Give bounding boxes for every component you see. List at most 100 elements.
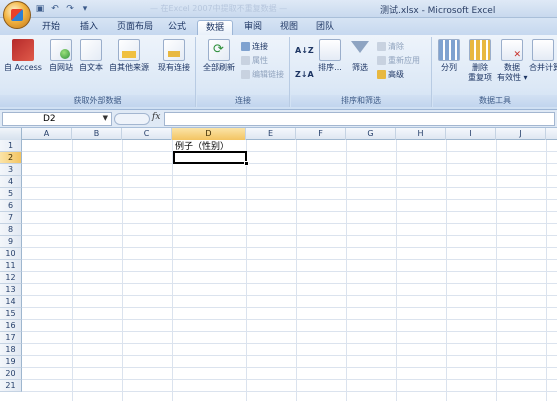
row-header[interactable]: 18 bbox=[0, 344, 22, 356]
tab-review[interactable]: 审阅 bbox=[238, 20, 268, 35]
save-icon[interactable]: ▣ bbox=[34, 3, 46, 15]
gridline bbox=[72, 140, 73, 401]
tab-insert[interactable]: 插入 bbox=[74, 20, 104, 35]
column-header-b[interactable]: B bbox=[72, 128, 122, 140]
gridline bbox=[246, 140, 247, 401]
column-header-j[interactable]: J bbox=[496, 128, 546, 140]
redo-icon[interactable]: ↷ bbox=[64, 3, 76, 15]
row-header[interactable]: 17 bbox=[0, 332, 22, 344]
row-header[interactable]: 12 bbox=[0, 272, 22, 284]
formula-expand-handle[interactable] bbox=[114, 113, 150, 125]
row-header[interactable]: 3 bbox=[0, 164, 22, 176]
gridline bbox=[172, 140, 173, 401]
connections-button[interactable]: 连接 bbox=[241, 41, 268, 52]
ribbon-tabs: 开始 插入 页面布局 公式 数据 审阅 视图 团队 bbox=[0, 18, 557, 35]
remove-duplicates-button[interactable]: 删除 重复项 bbox=[465, 39, 495, 83]
tab-home[interactable]: 开始 bbox=[36, 20, 66, 35]
row-header[interactable]: 14 bbox=[0, 296, 22, 308]
gridline bbox=[346, 140, 347, 401]
chevron-down-icon[interactable]: ▼ bbox=[103, 114, 108, 122]
active-cell-d2[interactable] bbox=[173, 151, 247, 164]
fill-handle[interactable] bbox=[244, 161, 249, 166]
connections-label: 连接 bbox=[252, 42, 268, 51]
filter-button[interactable]: 筛选 bbox=[347, 39, 373, 73]
tab-data[interactable]: 数据 bbox=[197, 20, 233, 35]
sort-button[interactable]: 排序... bbox=[315, 39, 345, 73]
window-title: 测试.xlsx - Microsoft Excel bbox=[380, 6, 496, 16]
tab-view[interactable]: 视图 bbox=[274, 20, 304, 35]
customize-icon[interactable]: ▾ bbox=[79, 3, 91, 15]
column-header-a[interactable]: A bbox=[22, 128, 72, 140]
data-validation-button[interactable]: 数据 有效性 ▾ bbox=[497, 39, 528, 83]
row-header[interactable]: 16 bbox=[0, 320, 22, 332]
column-header-g[interactable]: G bbox=[346, 128, 396, 140]
reapply-button[interactable]: 重新应用 bbox=[377, 55, 420, 66]
column-header-e[interactable]: E bbox=[246, 128, 296, 140]
undo-icon[interactable]: ↶ bbox=[49, 3, 61, 15]
from-text-button[interactable]: 自文本 bbox=[77, 39, 105, 73]
group-get-external-data: 自 Access 自网站 自文本 自其他来源 现有连接 获取外部数据 bbox=[0, 37, 196, 107]
gridline bbox=[22, 283, 557, 284]
tab-team[interactable]: 团队 bbox=[310, 20, 340, 35]
row-header[interactable]: 6 bbox=[0, 200, 22, 212]
gridline bbox=[22, 235, 557, 236]
row-header[interactable]: 7 bbox=[0, 212, 22, 224]
remove-duplicates-label-2: 重复项 bbox=[468, 73, 492, 82]
worksheet-grid[interactable]: A B C D E F G H I J 1 2 3 4 5 6 7 8 9 10… bbox=[0, 128, 557, 401]
tab-formulas[interactable]: 公式 bbox=[162, 20, 192, 35]
column-header-c[interactable]: C bbox=[122, 128, 172, 140]
row-header[interactable]: 20 bbox=[0, 368, 22, 380]
office-button[interactable] bbox=[3, 1, 31, 29]
gridline bbox=[22, 211, 557, 212]
title-ghost-text: — 在Excel 2007中提取不重复数据 — bbox=[150, 4, 288, 13]
from-web-button[interactable]: 自网站 bbox=[46, 39, 76, 73]
row-header[interactable]: 9 bbox=[0, 236, 22, 248]
advanced-filter-button[interactable]: 高级 bbox=[377, 69, 404, 80]
refresh-all-button[interactable]: 全部刷新 bbox=[199, 39, 239, 73]
existing-connections-button[interactable]: 现有连接 bbox=[154, 39, 194, 73]
from-access-button[interactable]: 自 Access bbox=[2, 39, 44, 73]
properties-label: 属性 bbox=[252, 56, 268, 65]
row-header[interactable]: 5 bbox=[0, 188, 22, 200]
row-header[interactable]: 11 bbox=[0, 260, 22, 272]
column-header-h[interactable]: H bbox=[396, 128, 446, 140]
formula-bar: D2 ▼ fx bbox=[0, 110, 557, 128]
gridline bbox=[22, 319, 557, 320]
gridline bbox=[22, 307, 557, 308]
text-to-columns-button[interactable]: 分列 bbox=[435, 39, 463, 73]
edit-links-button[interactable]: 编辑链接 bbox=[241, 69, 284, 80]
edit-links-icon bbox=[241, 70, 250, 79]
fx-area: fx bbox=[114, 112, 164, 126]
from-access-label: 自 Access bbox=[4, 63, 42, 72]
clear-icon bbox=[377, 42, 386, 51]
filter-funnel-icon bbox=[349, 39, 371, 61]
from-other-sources-button[interactable]: 自其他来源 bbox=[106, 39, 152, 73]
name-box[interactable]: D2 ▼ bbox=[2, 112, 112, 126]
tab-page-layout[interactable]: 页面布局 bbox=[110, 20, 160, 35]
properties-icon bbox=[241, 56, 250, 65]
sort-descending-button[interactable]: Z↓A bbox=[295, 69, 314, 80]
column-header-f[interactable]: F bbox=[296, 128, 346, 140]
properties-button[interactable]: 属性 bbox=[241, 55, 268, 66]
gridline bbox=[22, 391, 557, 392]
formula-input[interactable] bbox=[164, 112, 555, 126]
row-header[interactable]: 10 bbox=[0, 248, 22, 260]
reapply-icon bbox=[377, 56, 386, 65]
clear-filter-button[interactable]: 清除 bbox=[377, 41, 404, 52]
row-header[interactable]: 4 bbox=[0, 176, 22, 188]
sort-ascending-button[interactable]: A↓Z bbox=[295, 45, 314, 56]
group-data-tools: 分列 删除 重复项 数据 有效性 ▾ 合并计算 数据工具 bbox=[433, 37, 557, 107]
row-header[interactable]: 2 bbox=[0, 152, 22, 164]
row-header[interactable]: 8 bbox=[0, 224, 22, 236]
row-header[interactable]: 15 bbox=[0, 308, 22, 320]
row-header[interactable]: 21 bbox=[0, 380, 22, 392]
select-all-corner[interactable] bbox=[0, 128, 22, 140]
row-header[interactable]: 1 bbox=[0, 140, 22, 152]
consolidate-button[interactable]: 合并计算 bbox=[529, 39, 557, 73]
row-header[interactable]: 19 bbox=[0, 356, 22, 368]
consolidate-icon bbox=[532, 39, 554, 61]
row-header[interactable]: 13 bbox=[0, 284, 22, 296]
column-header-i[interactable]: I bbox=[446, 128, 496, 140]
insert-function-icon[interactable]: fx bbox=[152, 112, 160, 122]
gridline bbox=[22, 151, 557, 152]
